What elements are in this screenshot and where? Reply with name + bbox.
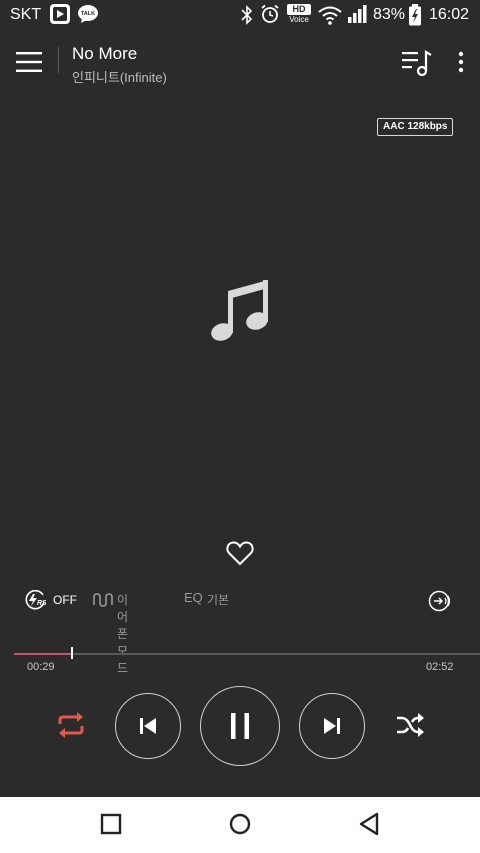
bitrate-badge: AAC 128kbps — [377, 118, 454, 136]
current-time: 00:29 — [27, 661, 55, 673]
alarm-icon — [261, 4, 279, 23]
song-artist: 인피니트(Infinite) — [72, 70, 167, 85]
eq-mode-label: 기본 — [207, 593, 230, 607]
skip-previous-icon — [140, 718, 156, 734]
battery-percent: 83% — [373, 6, 406, 23]
back-icon[interactable] — [356, 811, 382, 837]
progress-thumb[interactable] — [71, 647, 73, 659]
system-nav-bar — [0, 797, 480, 853]
menu-icon[interactable] — [16, 52, 42, 72]
progress-fill — [14, 653, 73, 655]
earphone-mode-label: 이어폰 모드 — [117, 593, 129, 675]
song-title: No More — [72, 44, 138, 63]
carrier-label: SKT — [10, 6, 42, 23]
pause-button[interactable] — [200, 686, 280, 766]
hd-voice-bottom: Voice — [289, 15, 309, 24]
skip-next-icon — [324, 718, 340, 734]
pause-icon — [231, 713, 249, 739]
total-time: 02:52 — [426, 661, 454, 673]
wifi-icon — [318, 6, 342, 25]
status-bar: SKT TALK HD Voice 83% 16:02 — [0, 0, 480, 30]
heart-icon[interactable] — [226, 540, 254, 566]
battery-icon — [409, 4, 421, 26]
clock: 16:02 — [429, 6, 470, 23]
shuffle-icon[interactable] — [396, 713, 424, 737]
previous-button[interactable] — [115, 693, 181, 759]
next-button[interactable] — [299, 693, 365, 759]
rs-icon: RS — [25, 590, 46, 610]
repeat-icon[interactable] — [56, 711, 86, 739]
more-options-icon[interactable] — [452, 50, 470, 74]
header-divider — [58, 47, 59, 73]
waveform-icon — [93, 593, 113, 607]
output-device-icon[interactable] — [428, 590, 454, 612]
recent-apps-icon[interactable] — [98, 811, 124, 837]
hd-voice-top: HD — [287, 4, 311, 15]
hd-voice-icon: HD Voice — [287, 4, 311, 24]
rs-state: OFF — [53, 593, 77, 607]
home-icon[interactable] — [227, 811, 253, 837]
rs-badge: RS — [37, 600, 46, 607]
talk-badge: TALK — [81, 11, 95, 17]
kakaotalk-icon: TALK — [78, 5, 98, 23]
playlist-icon[interactable] — [400, 50, 432, 76]
eq-button[interactable]: EQ — [184, 590, 203, 605]
play-icon — [50, 4, 70, 24]
progress-track[interactable] — [14, 653, 480, 655]
bluetooth-icon — [241, 5, 253, 25]
music-note-icon — [211, 280, 268, 341]
signal-icon — [348, 5, 367, 23]
